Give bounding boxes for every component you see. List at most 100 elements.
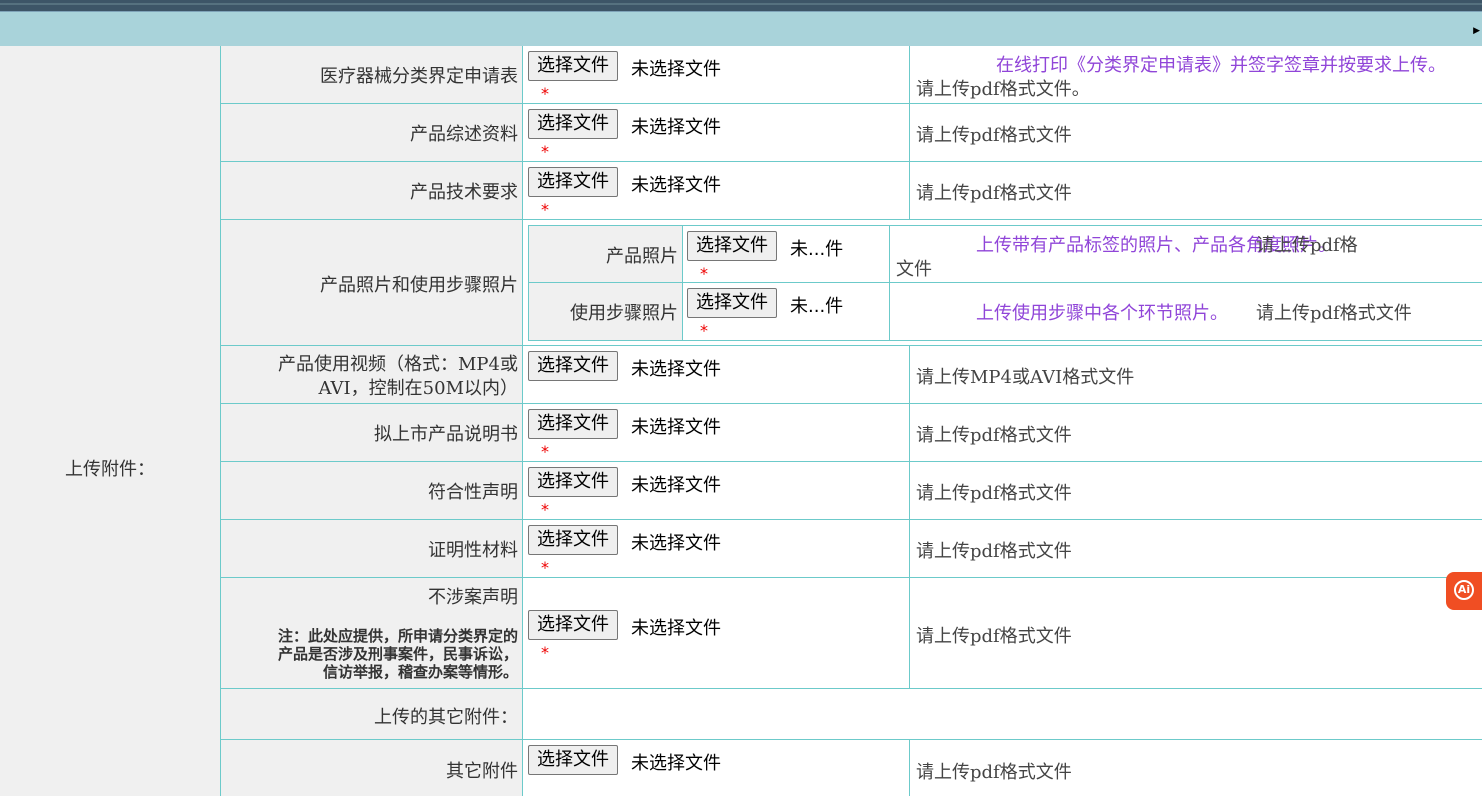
description-text: 请上传pdf格式文件: [916, 541, 1072, 562]
row-label: 不涉案声明: [428, 587, 518, 608]
choose-file-button[interactable]: 选择文件: [528, 351, 618, 381]
choose-file-button[interactable]: 选择文件: [528, 525, 618, 555]
sub-description: 上传带有产品标签的照片、产品各角度照片。 请上传pdf格 文件: [889, 225, 1482, 283]
file-status: 未选择文件: [631, 117, 721, 138]
description-note: 在线打印《分类界定申请表》并签字签章并按要求上传。: [996, 55, 1446, 76]
description-note: 上传使用步骤中各个环节照片。: [976, 303, 1228, 324]
row-label: 医疗器械分类界定申请表: [320, 66, 518, 87]
choose-file-button[interactable]: 选择文件: [528, 51, 618, 81]
file-input-cell: 选择文件 未选择文件 *: [523, 520, 910, 577]
file-status: 未选择文件: [631, 175, 721, 196]
row-label: 产品照片和使用步骤照片: [320, 275, 518, 296]
row-label: 产品技术要求: [410, 182, 518, 203]
row-label-cell: 医疗器械分类界定申请表: [221, 46, 523, 103]
row-description: 请上传pdf格式文件: [910, 162, 1482, 219]
row-application-form: 医疗器械分类界定申请表 选择文件 未选择文件 * 在线打印《分类界定申请表》并签…: [221, 46, 1482, 104]
description-text: 请上传pdf格式文件: [916, 125, 1072, 146]
row-label-line2: AVI，控制在50M以内）: [318, 378, 518, 399]
file-status: 未...件: [790, 296, 844, 317]
file-status: 未选择文件: [631, 533, 721, 554]
row-description: 请上传pdf格式文件: [910, 578, 1482, 688]
row-technical-requirements: 产品技术要求 选择文件 未选择文件 * 请上传pdf格式文件: [221, 162, 1482, 220]
row-other-attachment: 其它附件 选择文件 未选择文件 请上传pdf格式文件: [221, 740, 1482, 796]
file-input-cell: 选择文件 未选择文件 *: [523, 162, 910, 219]
description-text-wrap: 文件: [896, 259, 932, 280]
choose-file-button[interactable]: 选择文件: [528, 109, 618, 139]
top-window-strip: [0, 0, 1482, 12]
sub-label: 使用步骤照片: [570, 303, 678, 324]
file-input-cell: 选择文件 未选择文件 *: [523, 46, 910, 103]
row-product-overview: 产品综述资料 选择文件 未选择文件 * 请上传pdf格式文件: [221, 104, 1482, 162]
choose-file-button[interactable]: 选择文件: [528, 745, 618, 775]
row-instruction-manual: 拟上市产品说明书 选择文件 未选择文件 * 请上传pdf格式文件: [221, 404, 1482, 462]
file-input-cell: 选择文件 未选择文件: [523, 740, 910, 796]
row-product-photos: 产品照片和使用步骤照片 产品照片 选择文件 未...件 * 上传带有产品标签的照…: [221, 220, 1482, 346]
required-mark: *: [541, 84, 549, 103]
row-description: 请上传MP4或AVI格式文件: [910, 346, 1482, 403]
section-header-bar: ▶: [0, 12, 1482, 46]
required-mark: *: [541, 200, 549, 219]
required-mark: *: [541, 442, 549, 461]
description-text: 请上传MP4或AVI格式文件: [916, 367, 1135, 388]
description-text: 请上传pdf格式文件: [1256, 303, 1412, 324]
upload-section-label-cell: 上传附件：: [0, 46, 221, 796]
row-label: 其它附件: [446, 761, 518, 782]
file-input-cell: 选择文件 未选择文件 *: [523, 404, 910, 461]
row-label-cell: 产品照片和使用步骤照片: [221, 220, 523, 345]
description-text: 请上传pdf格式文件: [916, 183, 1072, 204]
row-label-cell: 上传的其它附件：: [221, 689, 523, 739]
row-description: 请上传pdf格式文件: [910, 404, 1482, 461]
row-label-line1: 产品使用视频（格式：MP4或: [278, 354, 518, 375]
note-line-1: 注：此处应提供，所申请分类界定的: [277, 627, 518, 645]
description-text: 请上传pdf格式文件: [916, 483, 1072, 504]
file-status: 未选择文件: [631, 753, 721, 774]
row-label: 上传的其它附件：: [374, 707, 518, 728]
file-input-cell: 选择文件 未选择文件 *: [523, 462, 910, 519]
row-supporting-materials: 证明性材料 选择文件 未选择文件 * 请上传pdf格式文件: [221, 520, 1482, 578]
description-text: 请上传pdf格: [1256, 235, 1358, 256]
row-label-cell: 产品使用视频（格式：MP4或 AVI，控制在50M以内）: [221, 346, 523, 403]
file-input-cell: 选择文件 未...件 *: [682, 225, 890, 283]
note-line-3: 信访举报，稽查办案等情形。: [322, 663, 518, 681]
row-other-attachments-header: 上传的其它附件：: [221, 689, 1482, 740]
row-description: 请上传pdf格式文件: [910, 462, 1482, 519]
row-label-cell: 其它附件: [221, 740, 523, 796]
row-label-cell: 不涉案声明 注：此处应提供，所申请分类界定的 产品是否涉及刑事案件，民事诉讼， …: [221, 578, 523, 688]
choose-file-button[interactable]: 选择文件: [528, 467, 618, 497]
row-conformity-statement: 符合性声明 选择文件 未选择文件 * 请上传pdf格式文件: [221, 462, 1482, 520]
choose-file-button[interactable]: 选择文件: [528, 610, 618, 640]
upload-section-label: 上传附件：: [65, 459, 155, 480]
row-label-cell: 产品综述资料: [221, 104, 523, 161]
choose-file-button[interactable]: 选择文件: [687, 231, 777, 261]
file-input-cell: 选择文件 未...件 *: [682, 282, 890, 341]
file-input-cell: 选择文件 未选择文件 *: [523, 104, 910, 161]
row-description: 请上传pdf格式文件: [910, 104, 1482, 161]
row-label: 证明性材料: [428, 540, 518, 561]
required-mark: *: [700, 321, 708, 340]
expand-arrow-icon[interactable]: ▶: [1473, 26, 1480, 36]
required-mark: *: [541, 643, 549, 662]
sub-label-cell: 产品照片: [528, 225, 683, 283]
ai-assistant-button[interactable]: Ai: [1446, 572, 1482, 610]
choose-file-button[interactable]: 选择文件: [528, 409, 618, 439]
row-label: 产品综述资料: [410, 124, 518, 145]
row-label-cell: 证明性材料: [221, 520, 523, 577]
row-label-cell: 产品技术要求: [221, 162, 523, 219]
row-description: 在线打印《分类界定申请表》并签字签章并按要求上传。 请上传pdf格式文件。: [910, 46, 1482, 103]
row-description: 请上传pdf格式文件: [910, 520, 1482, 577]
note-line-2: 产品是否涉及刑事案件，民事诉讼，: [277, 645, 518, 663]
row-no-litigation-statement: 不涉案声明 注：此处应提供，所申请分类界定的 产品是否涉及刑事案件，民事诉讼， …: [221, 578, 1482, 689]
file-status: 未选择文件: [631, 618, 721, 639]
choose-file-button[interactable]: 选择文件: [528, 167, 618, 197]
row-label: 拟上市产品说明书: [374, 424, 518, 445]
file-input-cell: 选择文件 未选择文件: [523, 346, 910, 403]
description-text: 请上传pdf格式文件: [916, 626, 1072, 647]
file-status: 未选择文件: [631, 359, 721, 380]
choose-file-button[interactable]: 选择文件: [687, 288, 777, 318]
description-text: 请上传pdf格式文件。: [916, 79, 1090, 100]
file-status: 未选择文件: [631, 417, 721, 438]
sub-label: 产品照片: [606, 246, 678, 267]
required-mark: *: [541, 500, 549, 519]
required-mark: *: [541, 142, 549, 161]
file-input-cell: 选择文件 未选择文件 *: [523, 578, 910, 688]
